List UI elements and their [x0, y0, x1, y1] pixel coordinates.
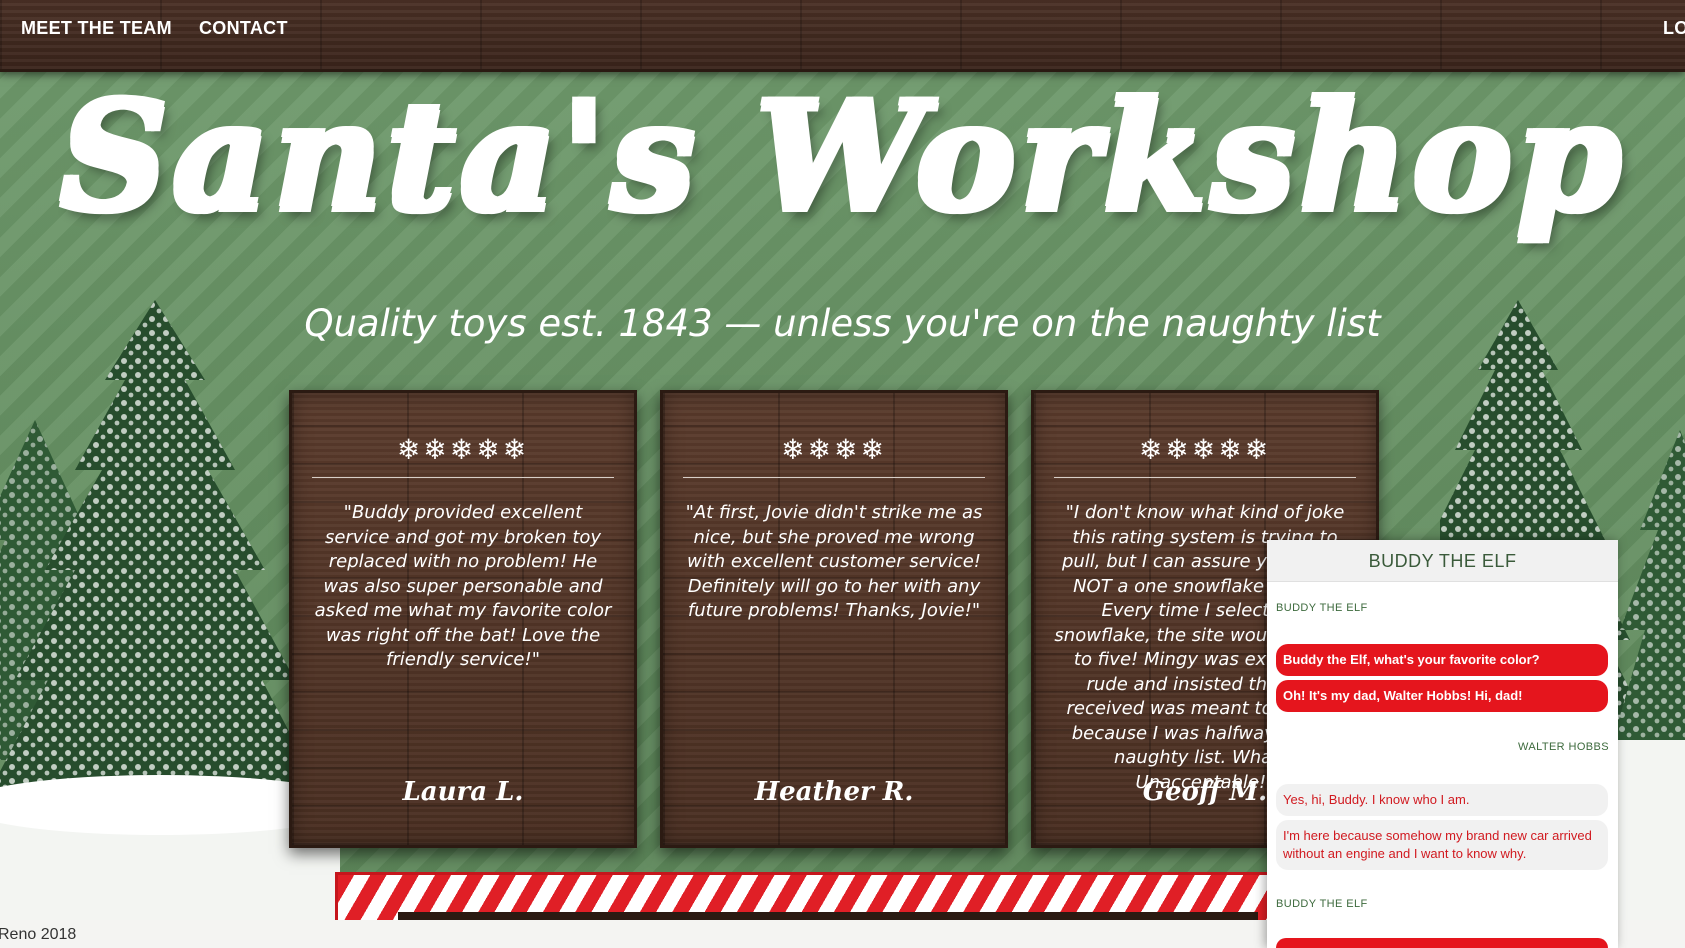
chat-sender-label: BUDDY THE ELF [1276, 898, 1368, 910]
review-text: "Buddy provided excellent service and go… [314, 502, 612, 670]
chat-widget[interactable]: BUDDY THE ELF BUDDY THE ELF Buddy the El… [1267, 540, 1618, 948]
snowflake-rating: ❄❄❄❄ [781, 433, 887, 466]
title-word-workshop: Workshop [755, 69, 1626, 245]
chat-message: I'm here because somehow my brand new ca… [1276, 820, 1608, 870]
chat-header[interactable]: BUDDY THE ELF [1267, 540, 1618, 582]
footer-text: Reno 2018 [0, 926, 77, 943]
title-word-santas: Santa's [59, 69, 700, 245]
review-card: ❄❄❄❄❄ "Buddy provided excellent service … [289, 390, 637, 848]
nav-meet-the-team-link[interactable]: MEET THE TEAM [21, 18, 172, 39]
site-tagline: Quality toys est. 1843 — unless you're o… [304, 302, 1381, 345]
divider [1054, 477, 1356, 478]
snowflake-rating: ❄❄❄❄❄ [396, 433, 530, 466]
chat-sender-label: WALTER HOBBS [1518, 741, 1609, 753]
review-text: "At first, Jovie didn't strike me as nic… [685, 502, 983, 621]
chat-message: Oh! It's my dad, Walter Hobbs! Hi, dad! [1276, 680, 1608, 712]
chat-messages[interactable]: BUDDY THE ELF Buddy the Elf, what's your… [1267, 582, 1618, 948]
chat-sender-label: BUDDY THE ELF [1276, 602, 1368, 614]
nav-contact-link[interactable]: CONTACT [199, 18, 288, 39]
chat-message: Buddy the Elf, what's your favorite colo… [1276, 644, 1608, 676]
chat-message: Yes, hi, Buddy. I know who I am. [1276, 784, 1608, 816]
reviewer-name: Laura L. [402, 777, 524, 807]
top-navbar: MEET THE TEAM CONTACT LO [0, 0, 1685, 72]
chat-message [1276, 938, 1608, 948]
page-background: MEET THE TEAM CONTACT LO Santa's Worksho… [0, 0, 1685, 948]
reviewer-name: Heather R. [754, 777, 914, 807]
site-title: Santa's Workshop [0, 82, 1685, 232]
nav-login-link[interactable]: LO [1663, 18, 1685, 39]
review-card: ❄❄❄❄ "At first, Jovie didn't strike me a… [660, 390, 1008, 848]
divider [312, 477, 614, 478]
divider [683, 477, 985, 478]
snowflake-rating: ❄❄❄❄❄ [1138, 433, 1272, 466]
